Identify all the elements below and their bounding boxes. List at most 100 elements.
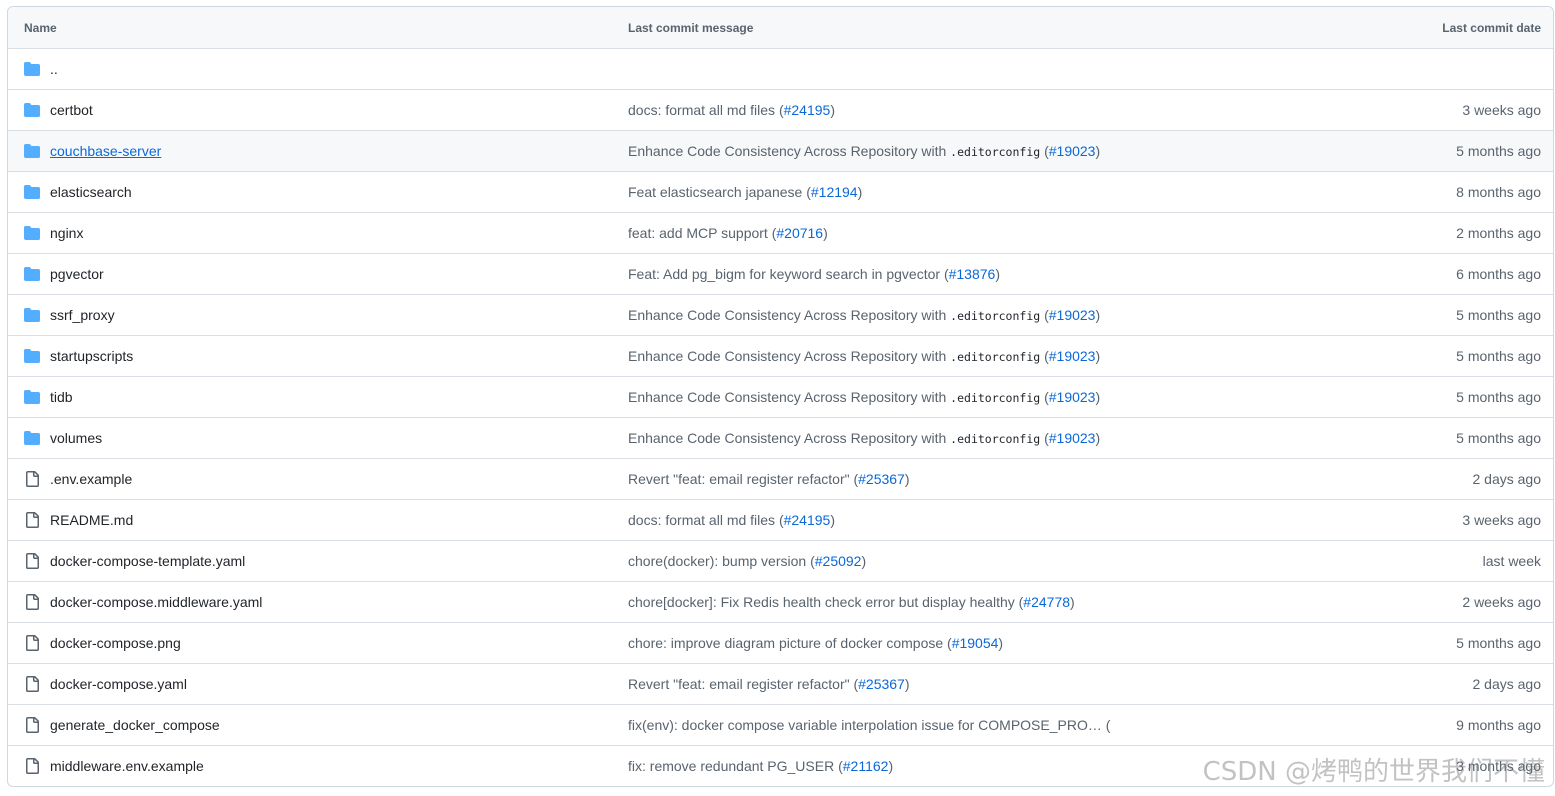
table-row[interactable]: docker-compose.png chore: improve diagram…	[8, 622, 1553, 663]
file-icon	[26, 594, 39, 610]
file-icon	[26, 553, 39, 569]
folder-icon	[24, 185, 40, 199]
table-row[interactable]: docker-compose.middleware.yaml chore[dock…	[8, 581, 1553, 622]
table-row[interactable]: tidb Enhance Code Consistency Across Repo…	[8, 376, 1553, 417]
commit-date: 5 months ago	[1456, 635, 1541, 651]
table-row-parent-dir[interactable]: ..	[8, 48, 1553, 89]
commit-message[interactable]: chore[docker]: Fix Redis health check er…	[628, 594, 1293, 610]
pull-request-link[interactable]: #24778	[1023, 594, 1070, 610]
commit-message[interactable]: Enhance Code Consistency Across Reposito…	[628, 389, 1293, 405]
pull-request-link[interactable]: #19023	[1049, 348, 1096, 364]
commit-message[interactable]: Enhance Code Consistency Across Reposito…	[628, 348, 1293, 364]
folder-icon	[24, 390, 40, 404]
code-snippet: .editorconfig	[950, 391, 1041, 405]
pull-request-link[interactable]: #21162	[843, 758, 889, 774]
commit-date: 9 months ago	[1456, 717, 1541, 733]
table-row[interactable]: pgvector Feat: Add pg_bigm for keyword se…	[8, 253, 1553, 294]
pull-request-link[interactable]: #19054	[952, 635, 999, 651]
table-row[interactable]: couchbase-server Enhance Code Consistency…	[8, 130, 1553, 171]
table-row[interactable]: docker-compose-template.yaml chore(docker…	[8, 540, 1553, 581]
header-message: Last commit message	[628, 20, 754, 35]
file-link[interactable]: .env.example	[50, 471, 132, 487]
pull-request-link[interactable]: #19023	[1049, 307, 1096, 323]
commit-message[interactable]: feat: add MCP support (#20716)	[628, 225, 1293, 241]
commit-message[interactable]: Feat: Add pg_bigm for keyword search in …	[628, 266, 1293, 282]
table-row[interactable]: generate_docker_compose fix(env): docker …	[8, 704, 1553, 745]
pull-request-link[interactable]: #25367	[858, 676, 905, 692]
pull-request-link[interactable]: #24195	[784, 102, 831, 118]
folder-link[interactable]: startupscripts	[50, 348, 133, 364]
folder-icon	[24, 62, 40, 76]
commit-message[interactable]: Enhance Code Consistency Across Reposito…	[628, 307, 1293, 323]
folder-link[interactable]: nginx	[50, 225, 83, 241]
commit-date: 5 months ago	[1456, 348, 1541, 364]
commit-date: 2 months ago	[1456, 225, 1541, 241]
commit-message[interactable]: Enhance Code Consistency Across Reposito…	[628, 143, 1293, 159]
table-row[interactable]: ssrf_proxy Enhance Code Consistency Acros…	[8, 294, 1553, 335]
folder-link[interactable]: tidb	[50, 389, 73, 405]
table-row[interactable]: startupscripts Enhance Code Consistency A…	[8, 335, 1553, 376]
commit-date: 3 weeks ago	[1462, 512, 1541, 528]
table-row[interactable]: nginx feat: add MCP support (#20716) 2 mon…	[8, 212, 1553, 253]
pull-request-link[interactable]: #19023	[1049, 430, 1096, 446]
table-header: Name Last commit message Last commit dat…	[8, 7, 1553, 48]
file-link[interactable]: docker-compose.middleware.yaml	[50, 594, 262, 610]
commit-date: 5 months ago	[1456, 143, 1541, 159]
commit-message[interactable]: Revert "feat: email register refactor" (…	[628, 471, 1293, 487]
file-icon	[26, 471, 39, 487]
folder-link[interactable]: pgvector	[50, 266, 104, 282]
table-row[interactable]: elasticsearch Feat elasticsearch japanese…	[8, 171, 1553, 212]
commit-date: 2 weeks ago	[1462, 594, 1541, 610]
file-link[interactable]: docker-compose.png	[50, 635, 181, 651]
commit-message[interactable]: docs: format all md files (#24195)	[628, 512, 1293, 528]
folder-link[interactable]: elasticsearch	[50, 184, 132, 200]
code-snippet: .editorconfig	[950, 350, 1041, 364]
pull-request-link[interactable]: #19023	[1049, 389, 1096, 405]
parent-dir-link[interactable]: ..	[50, 61, 58, 77]
table-row[interactable]: certbot docs: format all md files (#24195…	[8, 89, 1553, 130]
file-link[interactable]: README.md	[50, 512, 133, 528]
folder-icon	[24, 144, 40, 158]
commit-message[interactable]: chore(docker): bump version (#25092)	[628, 553, 1293, 569]
commit-date: 5 months ago	[1456, 307, 1541, 323]
pull-request-link[interactable]: #19023	[1049, 143, 1096, 159]
table-row[interactable]: README.md docs: format all md files (#241…	[8, 499, 1553, 540]
folder-icon	[24, 349, 40, 363]
file-link[interactable]: generate_docker_compose	[50, 717, 220, 733]
commit-message[interactable]: Revert "feat: email register refactor" (…	[628, 676, 1293, 692]
pull-request-link[interactable]: #24195	[784, 512, 831, 528]
commit-message[interactable]: docs: format all md files (#24195)	[628, 102, 1293, 118]
file-link[interactable]: docker-compose-template.yaml	[50, 553, 245, 569]
table-row[interactable]: volumes Enhance Code Consistency Across R…	[8, 417, 1553, 458]
commit-message[interactable]: Enhance Code Consistency Across Reposito…	[628, 430, 1293, 446]
folder-link[interactable]: certbot	[50, 102, 93, 118]
pull-request-link[interactable]: #12194	[811, 184, 858, 200]
folder-link[interactable]: ssrf_proxy	[50, 307, 115, 323]
folder-icon	[24, 103, 40, 117]
file-table: Name Last commit message Last commit dat…	[7, 6, 1554, 787]
commit-date: 2 days ago	[1472, 676, 1542, 692]
file-link[interactable]: middleware.env.example	[50, 758, 204, 774]
commit-message[interactable]: chore: improve diagram picture of docker…	[628, 635, 1293, 651]
file-icon	[26, 758, 39, 774]
folder-link[interactable]: volumes	[50, 430, 102, 446]
pull-request-link[interactable]: #25367	[858, 471, 905, 487]
pull-request-link[interactable]: #13876	[949, 266, 996, 282]
commit-message[interactable]: fix: remove redundant PG_USER (#21162)	[628, 758, 1293, 774]
table-row[interactable]: .env.example Revert "feat: email register…	[8, 458, 1553, 499]
folder-icon	[24, 431, 40, 445]
pull-request-link[interactable]: #25092	[815, 553, 862, 569]
table-row[interactable]: middleware.env.example fix: remove redund…	[8, 745, 1553, 786]
code-snippet: .editorconfig	[950, 309, 1041, 323]
file-link[interactable]: docker-compose.yaml	[50, 676, 187, 692]
file-rows: certbot docs: format all md files (#24195…	[8, 89, 1553, 786]
table-row[interactable]: docker-compose.yaml Revert "feat: email r…	[8, 663, 1553, 704]
header-name: Name	[24, 20, 57, 35]
file-icon	[26, 717, 39, 733]
folder-link[interactable]: couchbase-server	[50, 143, 161, 159]
pull-request-link[interactable]: #20716	[776, 225, 823, 241]
file-icon	[26, 676, 39, 692]
folder-icon	[24, 226, 40, 240]
commit-message[interactable]: Feat elasticsearch japanese (#12194)	[628, 184, 1293, 200]
commit-message[interactable]: fix(env): docker compose variable interp…	[628, 717, 1293, 733]
